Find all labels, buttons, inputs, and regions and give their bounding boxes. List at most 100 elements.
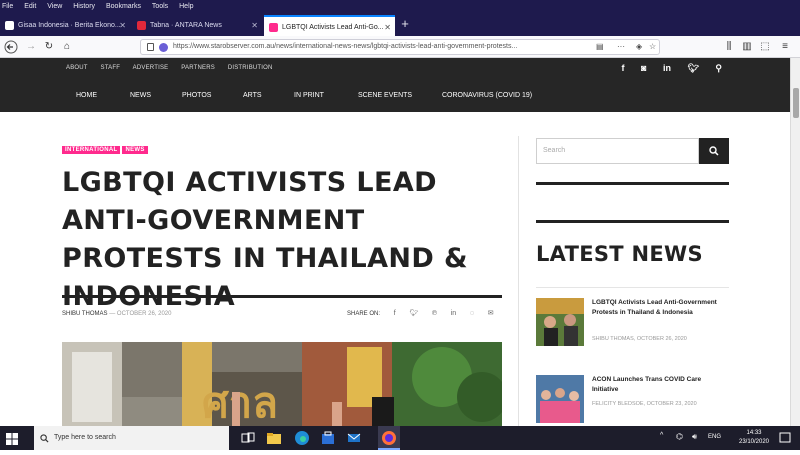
article-headline: LGBTQI ACTIVISTS LEAD ANTI-GOVERNMENT PR… [62, 167, 468, 312]
facebook-icon[interactable]: f [621, 63, 624, 73]
close-tab-icon[interactable]: ✕ [384, 17, 391, 36]
edge-icon[interactable] [294, 430, 310, 446]
reader-icon[interactable]: ▤ [596, 40, 604, 54]
menu-tools[interactable]: Tools [152, 3, 168, 10]
store-icon[interactable] [320, 430, 336, 446]
link-partners[interactable]: PARTNERS [181, 65, 215, 71]
menu-help[interactable]: Help [179, 3, 193, 10]
facebook-share-icon[interactable]: f [394, 310, 396, 317]
menu-hamburger-icon[interactable]: ≡ [778, 40, 792, 54]
menu-edit[interactable]: Edit [24, 3, 36, 10]
instagram-icon[interactable]: ◙ [641, 63, 646, 73]
address-bar[interactable]: https://www.starobserver.com.au/news/int… [140, 39, 660, 55]
network-icon[interactable]: ⌬ [676, 432, 688, 444]
nav-home[interactable]: HOME [76, 92, 97, 99]
search-icon[interactable]: ⚲ [715, 63, 722, 73]
pinterest-share-icon[interactable]: ℗ [432, 310, 437, 317]
share-bar: SHARE ON: f 🐦︎ ℗ in ◌ ✉ [347, 309, 494, 317]
tab-label: Tabna · ANTARA News [150, 22, 222, 29]
share-label: SHARE ON: [347, 311, 381, 317]
browser-toolbar: → ↻ ⌂ https://www.starobserver.com.au/ne… [0, 36, 800, 58]
sidebar-toggle-icon[interactable]: ▥ [740, 40, 754, 54]
news-meta: SHIBU THOMAS, OCTOBER 26, 2020 [592, 336, 687, 342]
taskbar-search-placeholder: Type here to search [54, 434, 116, 441]
volume-icon[interactable]: 🔊︎ [692, 432, 704, 444]
link-about[interactable]: ABOUT [66, 65, 88, 71]
menu-history[interactable]: History [73, 3, 95, 10]
nav-arts[interactable]: ARTS [243, 92, 262, 99]
nav-news[interactable]: NEWS [130, 92, 151, 99]
sidebar-search-button[interactable] [699, 138, 729, 164]
taskbar-search-input[interactable]: Type here to search [34, 426, 229, 450]
twitter-icon[interactable]: 🐦︎ [687, 63, 698, 73]
nav-coronavirus[interactable]: CORONAVIRUS (COVID 19) [442, 92, 532, 99]
nav-scene-events[interactable]: SCENE EVENTS [358, 92, 412, 99]
sidebar-search-input[interactable]: Search [536, 138, 699, 164]
article: INTERNATIONAL NEWS LGBTQI ACTIVISTS LEAD … [62, 138, 502, 432]
news-thumbnail[interactable] [536, 375, 584, 423]
menu-bookmarks[interactable]: Bookmarks [106, 3, 141, 10]
email-share-icon[interactable]: ✉ [488, 310, 494, 317]
windows-start-icon[interactable] [6, 432, 18, 450]
site-identity-icon[interactable] [159, 43, 168, 52]
reddit-share-icon[interactable]: ◌ [470, 310, 474, 317]
sidebar-rule [536, 220, 729, 223]
reload-icon[interactable]: ↻ [42, 40, 56, 54]
notifications-icon[interactable] [778, 431, 792, 445]
close-tab-icon[interactable]: ✕ [251, 15, 258, 36]
favicon-icon [137, 21, 146, 30]
menu-file[interactable]: File [2, 3, 13, 10]
nav-photos[interactable]: PHOTOS [182, 92, 211, 99]
file-explorer-icon[interactable] [266, 430, 282, 446]
tab-label: Gisaa Indonesia · Berita Ekono... [18, 22, 121, 29]
twitter-share-icon[interactable]: 🐦︎ [409, 310, 418, 317]
link-distribution[interactable]: DISTRIBUTION [228, 65, 273, 71]
link-advertise[interactable]: ADVERTISE [133, 65, 169, 71]
tag-news[interactable]: NEWS [122, 146, 148, 154]
news-meta: FELICITY BLEDSOE, OCTOBER 23, 2020 [592, 401, 697, 407]
scrollbar-thumb[interactable] [793, 88, 799, 118]
dots-icon[interactable]: ··· [617, 40, 625, 54]
new-tab-button[interactable]: + [397, 13, 413, 34]
bookmark-star-icon[interactable]: ☆ [649, 40, 656, 54]
sidebar-rule [536, 182, 729, 185]
search-icon [709, 146, 719, 156]
extension-icon[interactable]: ⬚ [758, 40, 772, 54]
sidebar-divider [518, 136, 519, 426]
publish-date: — OCTOBER 26, 2020 [109, 311, 172, 317]
news-title-link[interactable]: LGBTQI Activists Lead Anti-Government Pr… [592, 298, 728, 318]
library-icon[interactable]: ⫼ [722, 40, 736, 54]
forward-icon[interactable]: → [24, 40, 38, 54]
close-tab-icon[interactable]: ✕ [119, 15, 126, 36]
url-text: https://www.starobserver.com.au/news/int… [173, 43, 518, 50]
browser-menu-bar: File Edit View History Bookmarks Tools H… [0, 0, 800, 13]
page-scrollbar[interactable] [790, 58, 800, 426]
home-icon[interactable]: ⌂ [60, 40, 74, 54]
back-icon[interactable] [4, 40, 18, 54]
tray-chevron-icon[interactable]: ^ [660, 432, 670, 444]
news-title-link[interactable]: ACON Launches Trans COVID Care Initiativ… [592, 375, 728, 395]
nav-in-print[interactable]: IN PRINT [294, 92, 324, 99]
tab-label: LGBTQI Activists Lead Anti-Go... [282, 24, 384, 31]
site-header: ABOUT STAFF ADVERTISE PARTNERS DISTRIBUT… [0, 58, 790, 112]
pocket-icon[interactable]: ◈ [636, 40, 642, 54]
latest-news-heading: LATEST NEWS [536, 242, 703, 266]
article-hero-image: ศาล [62, 342, 502, 432]
author-link[interactable]: SHIBU THOMAS [62, 311, 108, 317]
windows-taskbar: Type here to search ^ ⌬ 🔊︎ ENG 14:33 23/… [0, 426, 800, 450]
favicon-icon [5, 21, 14, 30]
menu-view[interactable]: View [47, 3, 62, 10]
linkedin-icon[interactable]: in [663, 63, 671, 73]
taskbar-clock[interactable]: 14:33 23/10/2020 [734, 429, 774, 447]
tab-antara[interactable]: Tabna · ANTARA News ✕ [132, 15, 262, 36]
news-thumbnail[interactable] [536, 298, 584, 346]
tag-international[interactable]: INTERNATIONAL [62, 146, 121, 154]
firefox-taskbar-icon[interactable] [378, 426, 400, 450]
link-staff[interactable]: STAFF [101, 65, 121, 71]
linkedin-share-icon[interactable]: in [451, 310, 456, 317]
tab-star-observer[interactable]: LGBTQI Activists Lead Anti-Go... ✕ [264, 15, 395, 36]
mail-icon[interactable] [346, 430, 362, 446]
input-language[interactable]: ENG [708, 434, 730, 446]
task-view-icon[interactable] [240, 430, 256, 446]
tab-gisaa[interactable]: Gisaa Indonesia · Berita Ekono... ✕ [0, 15, 130, 36]
